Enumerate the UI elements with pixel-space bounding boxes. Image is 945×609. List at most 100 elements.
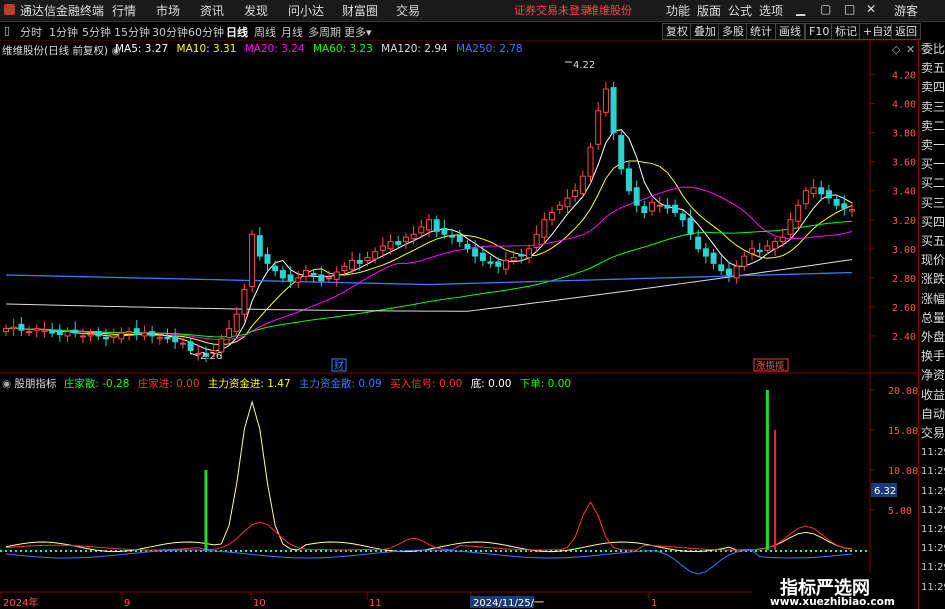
tab-period[interactable]: 月线: [281, 24, 303, 40]
quote-panel-item[interactable]: 买四: [921, 215, 945, 230]
maximize-icon[interactable]: □: [844, 2, 855, 16]
indicator-name[interactable]: 股朋指标: [15, 378, 57, 390]
quote-panel-item[interactable]: 卖四: [921, 80, 945, 95]
quote-panel-item[interactable]: 涨跌: [921, 272, 945, 287]
tab-period-more[interactable]: 更多▾: [344, 24, 372, 40]
tab-period[interactable]: 30分钟: [152, 24, 188, 40]
tab-period[interactable]: 5分钟: [82, 24, 111, 40]
quote-panel-item[interactable]: 买一: [921, 157, 945, 172]
quote-panel-item[interactable]: 净资: [921, 368, 945, 383]
kline-chart[interactable]: 4.20 4.00 3.80 3.60 3.40 3.20 3.00 2.80 2.60 2.40…: [0, 40, 918, 609]
date-tick-label: 10: [253, 598, 266, 609]
indicator-value: 主力资金进: 1.47: [207, 378, 291, 390]
tab-period[interactable]: 分时: [20, 24, 42, 40]
indicator-settings-icon[interactable]: ◉: [2, 378, 11, 390]
quote-panel-item[interactable]: 11:29: [921, 484, 945, 499]
quote-panel-item[interactable]: 卖二: [921, 119, 945, 134]
ma250-label: MA250: 2.78: [456, 43, 523, 55]
tab-period[interactable]: 多周期: [308, 24, 341, 40]
candle-body: [395, 241, 402, 245]
quote-panel-item[interactable]: 卖一: [921, 138, 945, 153]
limit-up-marker[interactable]: 涨揽揽: [756, 360, 785, 372]
finance-marker[interactable]: 财: [334, 359, 344, 372]
tab-period-active[interactable]: 日线: [226, 24, 248, 40]
tab-period[interactable]: 60分钟: [188, 24, 224, 40]
back-button[interactable]: 返回: [891, 23, 921, 40]
f10-button[interactable]: F10: [805, 23, 834, 40]
indicator-legend: ◉ 股朋指标 庄家散: -0.28 庄家进: 0.00 主力资金进: 1.47 …: [2, 376, 571, 391]
quote-panel-item[interactable]: 11:29: [921, 522, 945, 537]
multi-stock-button[interactable]: 多股: [718, 23, 748, 40]
watermark-url: www.xuezhibiao.com: [770, 596, 895, 608]
price-tick-label: 4.20: [892, 71, 916, 82]
candle-body: [95, 331, 102, 337]
trade-login-notice[interactable]: 证券交易未登录: [514, 2, 591, 18]
minimize-icon[interactable]: ▁: [796, 2, 805, 16]
quote-panel-item[interactable]: 买五: [921, 234, 945, 249]
candle-body: [356, 259, 363, 264]
guest-label[interactable]: 游客: [894, 2, 918, 19]
candle-body: [172, 335, 179, 343]
menu-item-discover[interactable]: 发现: [244, 2, 268, 19]
candle-body: [133, 328, 140, 336]
ma60-label: MA60: 3.23: [312, 43, 373, 55]
quote-panel-item[interactable]: 交易: [921, 426, 945, 441]
close-pane-icon[interactable]: ✕: [906, 43, 915, 56]
quote-panel-item[interactable]: 11:29: [921, 464, 945, 479]
candle-body: [633, 187, 640, 206]
quote-panel-item[interactable]: 11:29: [921, 560, 945, 575]
quote-panel-item[interactable]: 卖五: [921, 61, 945, 76]
indicator-tick-label: 5.00: [888, 506, 912, 517]
quote-panel-item[interactable]: 委比: [921, 42, 945, 57]
menu-item-options[interactable]: 选项: [759, 2, 783, 19]
candle-body: [541, 219, 548, 238]
menu-item-function[interactable]: 功能: [666, 2, 690, 19]
menu-item-news[interactable]: 资讯: [200, 2, 224, 19]
candle-body: [702, 248, 709, 257]
menu-item-quotes[interactable]: 行情: [112, 2, 136, 19]
quote-panel-item[interactable]: 涨幅: [921, 292, 945, 307]
quote-panel-item[interactable]: 11:29: [921, 541, 945, 556]
date-tick-label: 2024年: [3, 596, 38, 609]
quote-panel-item[interactable]: 卖三: [921, 100, 945, 115]
stats-button[interactable]: 统计: [746, 23, 776, 40]
quote-panel-item[interactable]: 11:29: [921, 503, 945, 518]
menu-item-market[interactable]: 市场: [156, 2, 180, 19]
tab-period[interactable]: 周线: [254, 24, 276, 40]
menu-item-formula[interactable]: 公式: [728, 2, 752, 19]
candle-body: [272, 265, 279, 272]
tab-period[interactable]: 15分钟: [114, 24, 150, 40]
collapse-icon[interactable]: ▯: [4, 24, 10, 37]
candle-body: [256, 235, 263, 257]
quote-panel-item[interactable]: 总量: [921, 311, 945, 326]
ma5-label: MA5: 3.27: [115, 43, 169, 55]
candle-body: [87, 334, 94, 337]
tab-period[interactable]: 1分钟: [49, 24, 78, 40]
adjust-button[interactable]: 复权: [662, 23, 692, 40]
settings-icon[interactable]: ◇: [892, 43, 901, 56]
quote-panel-item[interactable]: 外盘: [921, 330, 945, 345]
quote-panel-item[interactable]: 自动: [921, 407, 945, 422]
quote-panel-item[interactable]: 11:29: [921, 445, 945, 460]
close-icon[interactable]: ✕: [866, 2, 876, 16]
menu-item-layout[interactable]: 版面: [697, 2, 721, 19]
overlay-button[interactable]: 叠加: [690, 23, 720, 40]
quote-panel-item[interactable]: 买二: [921, 176, 945, 191]
quote-panel-item[interactable]: 收益: [921, 388, 945, 403]
mark-button[interactable]: 标记: [831, 23, 861, 40]
indicator-value: 主力资金散: 0.09: [298, 378, 382, 390]
quote-panel-item[interactable]: 买三: [921, 196, 945, 211]
menu-item-wealth[interactable]: 财富圈: [342, 2, 378, 19]
candle-body: [233, 313, 240, 333]
quote-panel-item[interactable]: 11:29: [921, 580, 945, 595]
menu-item-ask[interactable]: 问小达: [288, 2, 324, 19]
indicator-value: 庄家进: 0.00: [137, 378, 200, 390]
quote-panel-item[interactable]: 换手: [921, 349, 945, 364]
quote-panel-item[interactable]: 现价: [921, 253, 945, 268]
menu-item-trade[interactable]: 交易: [396, 2, 420, 19]
candle-body: [79, 335, 86, 338]
draw-line-button[interactable]: 画线: [775, 23, 805, 40]
date-tick-label: 2024/11/25/一: [473, 598, 544, 609]
candle-body: [833, 198, 840, 206]
restore-icon[interactable]: ▢: [820, 2, 831, 16]
